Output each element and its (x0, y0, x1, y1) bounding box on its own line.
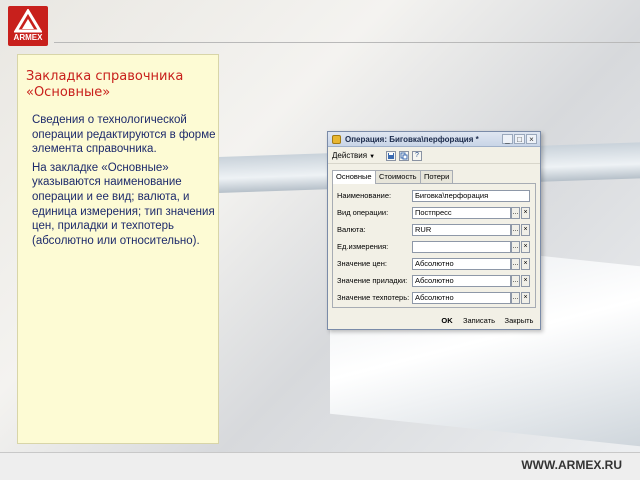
select-button[interactable]: ... (511, 292, 520, 304)
logo-text: ARMEX (13, 33, 43, 42)
site-url[interactable]: WWW.ARMEX.RU (521, 458, 622, 472)
clear-icon[interactable]: × (521, 292, 530, 304)
field-label: Вид операции: (337, 208, 389, 217)
minimize-button[interactable]: _ (502, 134, 513, 144)
field-label: Наименование: (337, 191, 392, 200)
field-input[interactable]: Абсолютно (412, 258, 511, 270)
armex-logo: ARMEX (8, 6, 48, 46)
window-app-icon (332, 135, 341, 144)
description-panel: Закладка справочника «Основные» Сведения… (17, 54, 219, 444)
clear-icon[interactable]: × (521, 258, 530, 270)
field-input[interactable]: Абсолютно (412, 292, 511, 304)
field-label: Значение приладки: (337, 276, 408, 285)
save-button[interactable]: Записать (461, 315, 497, 327)
slide-paragraph: Сведения о технологической операции реда… (32, 114, 216, 156)
window-titlebar[interactable]: Операция: Биговка\перфорация * _ □ × (328, 132, 540, 147)
field-input[interactable]: RUR (412, 224, 511, 236)
close-window-button[interactable]: Закрыть (501, 315, 537, 327)
form-row: Значение цен: Абсолютно... × (337, 258, 535, 270)
select-button[interactable]: ... (511, 224, 520, 236)
form-row: Значение техпотерь: Абсолютно... × (337, 292, 535, 304)
tab-losses[interactable]: Потери (420, 170, 454, 183)
field-label: Валюта: (337, 225, 366, 234)
window-controls: _ □ × (502, 134, 537, 144)
select-button[interactable]: ... (511, 275, 520, 287)
field-label: Ед.измерения: (337, 242, 389, 251)
field-input[interactable]: Постпресс (412, 207, 511, 219)
help-icon[interactable]: ? (412, 151, 422, 161)
form-row: Значение приладки: Абсолютно... × (337, 275, 535, 287)
actions-menu-button[interactable]: Действия ▼ (332, 151, 375, 160)
field-input[interactable] (412, 241, 511, 253)
select-button[interactable]: ... (511, 258, 520, 270)
clear-icon[interactable]: × (521, 275, 530, 287)
header-divider (54, 42, 640, 43)
form-row: Ед.измерения:... × (337, 241, 535, 253)
clear-icon[interactable]: × (521, 241, 530, 253)
field-label: Значение техпотерь: (337, 293, 410, 302)
maximize-button[interactable]: □ (514, 134, 525, 144)
logo-triangle-icon (14, 9, 42, 33)
window-toolbar: Действия ▼ ? (328, 148, 540, 164)
ok-button[interactable]: OK (438, 315, 456, 327)
slide-body: Сведения о технологической операции реда… (32, 113, 216, 248)
copy-icon[interactable] (399, 151, 409, 161)
close-button[interactable]: × (526, 134, 537, 144)
window-title: Операция: Биговка\перфорация * (345, 135, 479, 144)
operation-window: Операция: Биговка\перфорация * _ □ × Дей… (327, 131, 541, 330)
window-footer: OK Записать Закрыть (328, 313, 540, 329)
form-row: Вид операции: Постпресс... × (337, 207, 535, 219)
clear-icon[interactable]: × (521, 224, 530, 236)
tab-cost[interactable]: Стоимость (375, 170, 421, 183)
field-input[interactable]: Биговка\перфорация (412, 190, 530, 202)
slide-paragraph: На закладке «Основные» указываются наиме… (32, 161, 215, 247)
select-button[interactable]: ... (511, 207, 520, 219)
clear-icon[interactable]: × (521, 207, 530, 219)
save-icon[interactable] (386, 151, 396, 161)
chevron-down-icon: ▼ (369, 154, 376, 160)
tab-content-main: Наименование: Биговка\перфорация Вид опера… (332, 183, 536, 308)
slide-title: Закладка справочника «Основные» (26, 69, 184, 100)
form-row: Валюта: RUR... × (337, 224, 535, 236)
field-input[interactable]: Абсолютно (412, 275, 511, 287)
select-button[interactable]: ... (511, 241, 520, 253)
actions-menu-label: Действия (332, 151, 368, 160)
tab-main[interactable]: Основные (332, 170, 376, 184)
field-label: Значение цен: (337, 259, 387, 268)
form-row: Наименование: Биговка\перфорация (337, 190, 535, 202)
